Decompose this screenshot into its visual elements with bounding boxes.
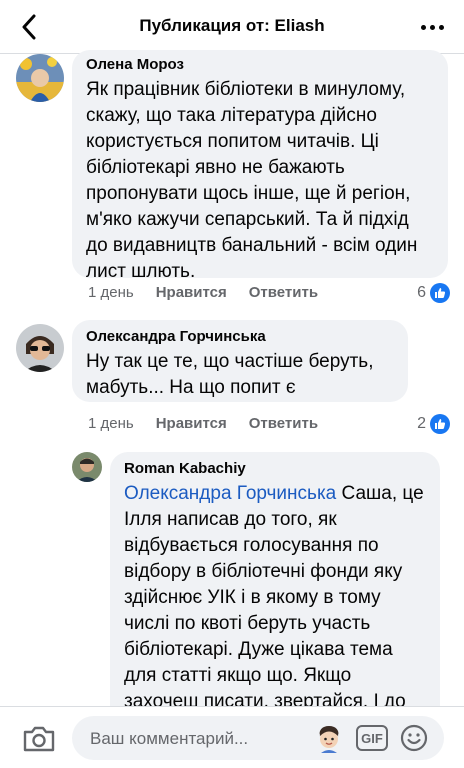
comment: Олена Мороз Як працівник бібліотеки в ми… xyxy=(0,50,464,310)
comment-input-placeholder: Ваш комментарий... xyxy=(90,729,249,748)
comment-meta: 1 день Нравится Ответить xyxy=(88,284,318,301)
comment-author[interactable]: Олена Мороз xyxy=(86,56,434,73)
avatar[interactable] xyxy=(72,452,102,482)
comment-text: Як працівник бібліотеки в минулому, скаж… xyxy=(86,79,418,282)
reply-comment: Roman Kabachiy Олександра Горчинська Саш… xyxy=(0,452,464,706)
comment-time[interactable]: 1 день xyxy=(88,284,134,301)
like-button[interactable]: Нравится xyxy=(156,415,227,432)
page-title: Публикация от: Eliash xyxy=(139,16,325,35)
comment-author[interactable]: Roman Kabachiy xyxy=(124,460,426,477)
avatar[interactable] xyxy=(16,324,64,372)
thumbs-up-icon xyxy=(430,283,450,303)
comment-time[interactable]: 1 день xyxy=(88,415,134,432)
comment-bubble: Олена Мороз Як працівник бібліотеки в ми… xyxy=(72,50,448,282)
comment-input[interactable]: Ваш комментарий... GIF xyxy=(72,716,444,760)
mention-link[interactable]: Олександра Горчинська xyxy=(124,483,336,504)
comment-text: Ну так це те, що частіше беруть, мабуть.… xyxy=(86,351,374,398)
top-bar: Публикация от: Eliash xyxy=(0,0,464,54)
reaction-number: 6 xyxy=(417,284,426,301)
reply-button[interactable]: Ответить xyxy=(249,415,318,432)
reaction-count[interactable]: 2 xyxy=(417,414,450,434)
comment-body: Саша, це Ілля написав до того, як відбув… xyxy=(124,483,424,706)
like-button[interactable]: Нравится xyxy=(156,284,227,301)
avatar[interactable] xyxy=(16,54,64,102)
more-options-icon[interactable] xyxy=(414,12,450,42)
reaction-count[interactable]: 6 xyxy=(417,283,450,303)
comment-composer: Ваш комментарий... GIF xyxy=(0,706,464,768)
comment-bubble: Roman Kabachiy Олександра Горчинська Саш… xyxy=(110,452,440,706)
comment-meta: 1 день Нравится Ответить xyxy=(88,415,318,432)
comment: Олександра Горчинська Ну так це те, що ч… xyxy=(0,320,464,434)
avatar-sticker-icon[interactable] xyxy=(314,723,344,753)
comment-text: Олександра Горчинська Саша, це Ілля напи… xyxy=(124,481,426,706)
reaction-number: 2 xyxy=(417,415,426,432)
emoji-icon[interactable] xyxy=(400,724,428,752)
comment-bubble: Олександра Горчинська Ну так це те, що ч… xyxy=(72,320,408,402)
thumbs-up-icon xyxy=(430,414,450,434)
comment-author[interactable]: Олександра Горчинська xyxy=(86,328,394,345)
gif-button[interactable]: GIF xyxy=(356,725,388,751)
reply-button[interactable]: Ответить xyxy=(249,284,318,301)
camera-icon[interactable] xyxy=(22,725,56,753)
